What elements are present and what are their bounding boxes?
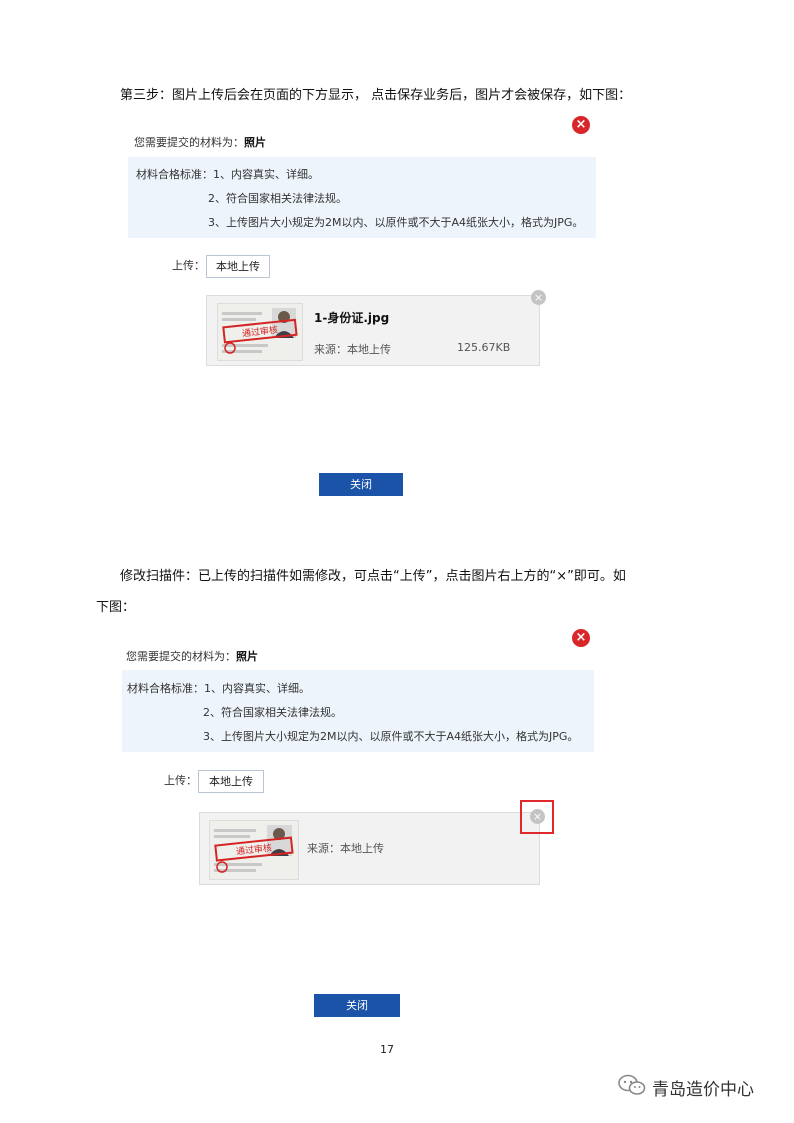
standards-panel: 材料合格标准：1、内容真实、详细。 2、符合国家相关法律法规。 3、上传图片大小… bbox=[128, 157, 596, 238]
required-material-text: 您需要提交的材料为：照片 bbox=[134, 136, 266, 149]
file-name: 1-身份证.jpg bbox=[314, 311, 390, 325]
modify-paragraph-line-2: 下图： bbox=[96, 600, 136, 615]
file-card: 通过审核 1-身份证.jpg 来源：本地上传 125.67KB bbox=[206, 295, 540, 366]
local-upload-button[interactable]: 本地上传 bbox=[206, 255, 270, 278]
standards-line-3: 3、上传图片大小规定为2M以内、以原件或不大于A4纸张大小，格式为JPG。 bbox=[203, 730, 579, 743]
watermark-text: 青岛造价中心 bbox=[652, 1080, 754, 1100]
standards-line-2: 2、符合国家相关法律法规。 bbox=[208, 192, 347, 205]
id-card-image: 通过审核 bbox=[210, 821, 298, 879]
page-number: 17 bbox=[380, 1043, 394, 1056]
modify-paragraph-line-1: 修改扫描件：已上传的扫描件如需修改，可点击“上传”，点击图片右上方的“×”即可。… bbox=[120, 569, 626, 584]
required-material-text: 您需要提交的材料为：照片 bbox=[126, 650, 258, 663]
id-card-image: 通过审核 bbox=[218, 304, 302, 360]
dialog-upload-1: × 您需要提交的材料为：照片 材料合格标准：1、内容真实、详细。 2、符合国家相… bbox=[120, 112, 610, 502]
dialog-close-icon[interactable]: × bbox=[572, 629, 590, 647]
upload-label: 上传： bbox=[172, 259, 205, 272]
dialog-close-icon[interactable]: × bbox=[572, 116, 590, 134]
file-card: 通过审核 来源：本地上传 bbox=[199, 812, 540, 885]
close-button[interactable]: 关闭 bbox=[314, 994, 400, 1017]
standards-panel: 材料合格标准：1、内容真实、详细。 2、符合国家相关法律法规。 3、上传图片大小… bbox=[122, 670, 594, 752]
file-thumbnail[interactable]: 通过审核 bbox=[217, 303, 303, 361]
file-source: 来源：本地上传 bbox=[314, 343, 391, 356]
required-material-item: 照片 bbox=[236, 650, 258, 663]
remove-file-icon[interactable]: × bbox=[530, 809, 545, 824]
upload-label: 上传： bbox=[164, 774, 197, 787]
standards-line-1: 材料合格标准：1、内容真实、详细。 bbox=[136, 168, 319, 181]
dialog-upload-2: × 您需要提交的材料为：照片 材料合格标准：1、内容真实、详细。 2、符合国家相… bbox=[115, 628, 605, 1023]
wechat-logo-icon bbox=[617, 1072, 647, 1098]
standards-line-3: 3、上传图片大小规定为2M以内、以原件或不大于A4纸张大小，格式为JPG。 bbox=[208, 216, 584, 229]
required-material-item: 照片 bbox=[244, 136, 266, 149]
file-thumbnail[interactable]: 通过审核 bbox=[209, 820, 299, 880]
local-upload-button[interactable]: 本地上传 bbox=[198, 770, 264, 793]
standards-line-1: 材料合格标准：1、内容真实、详细。 bbox=[127, 682, 310, 695]
file-source: 来源：本地上传 bbox=[307, 842, 384, 855]
file-size: 125.67KB bbox=[457, 341, 511, 354]
standards-line-2: 2、符合国家相关法律法规。 bbox=[203, 706, 342, 719]
remove-file-icon[interactable]: × bbox=[531, 290, 546, 305]
step3-paragraph: 第三步：图片上传后会在页面的下方显示， 点击保存业务后，图片才会被保存，如下图： bbox=[120, 88, 632, 103]
close-button[interactable]: 关闭 bbox=[319, 473, 403, 496]
